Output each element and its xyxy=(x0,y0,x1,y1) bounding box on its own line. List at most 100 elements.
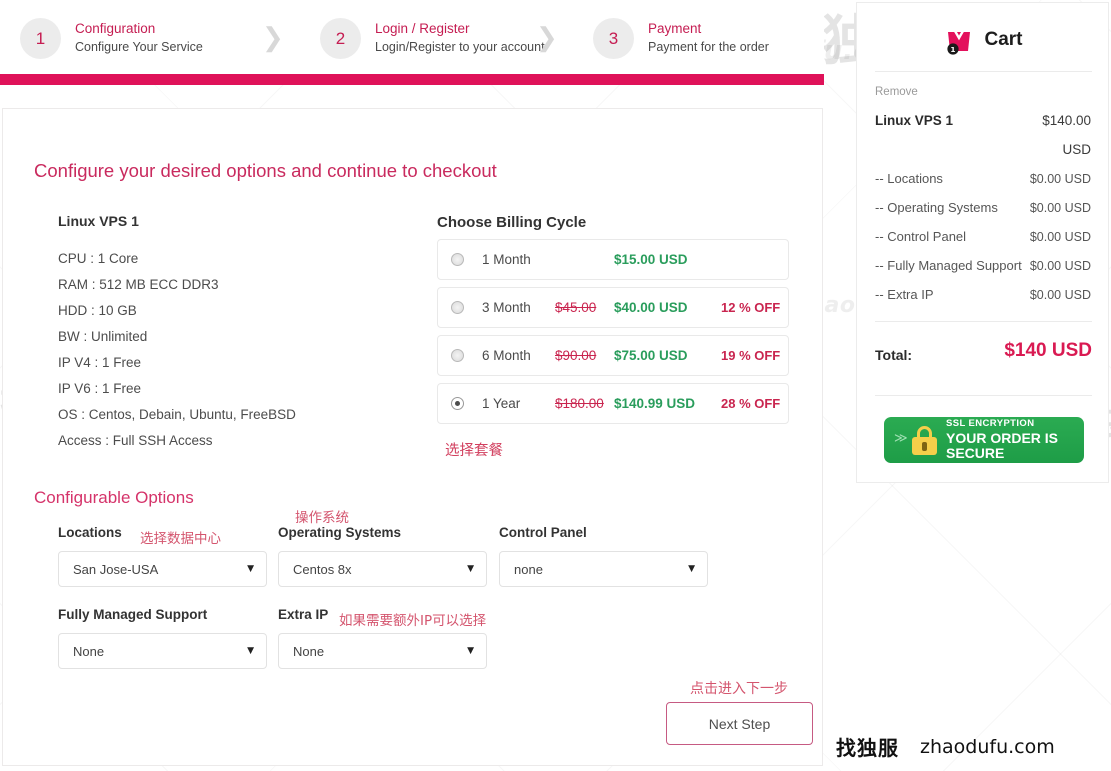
billing-cycle-annotation: 选择套餐 xyxy=(445,443,503,459)
label-extra-ip: Extra IP xyxy=(278,607,329,622)
step-number: 2 xyxy=(320,18,361,59)
chevron-down-icon: ▼ xyxy=(467,564,474,574)
radio-icon[interactable] xyxy=(451,301,464,314)
cart-panel: 1 Cart Remove Linux VPS 1 $140.00 USD --… xyxy=(856,2,1109,483)
divider xyxy=(875,71,1092,72)
extra-ip-select[interactable]: None ▼ xyxy=(278,633,487,669)
billing-price: $75.00 USD xyxy=(614,348,688,363)
divider xyxy=(875,395,1092,396)
step-number: 1 xyxy=(20,18,61,59)
cart-item-name: Linux VPS 1 xyxy=(875,113,954,128)
operating-systems-annotation: 操作系统 xyxy=(295,510,349,526)
billing-discount: 28 % OFF xyxy=(721,396,781,411)
cart-total-value: $140 USD xyxy=(1004,340,1092,361)
label-control-panel: Control Panel xyxy=(499,525,587,540)
fully-managed-support-select[interactable]: None ▼ xyxy=(58,633,267,669)
billing-discount: 19 % OFF xyxy=(721,348,781,363)
step-title: Payment xyxy=(648,21,702,37)
spec-item: RAM : 512 MB ECC DDR3 xyxy=(58,277,219,292)
cart-subitem-label: -- Locations xyxy=(875,171,943,186)
product-specs: CPU : 1 Core RAM : 512 MB ECC DDR3 HDD :… xyxy=(58,251,296,459)
cart-item-price: $140.00 xyxy=(1042,113,1091,128)
label-operating-systems: Operating Systems xyxy=(278,525,402,540)
cart-total-label: Total: xyxy=(875,347,913,363)
billing-discount: 12 % OFF xyxy=(721,300,781,315)
chevron-down-icon: ▼ xyxy=(688,564,695,574)
site-brand: 找独服 zhaodufu.com xyxy=(836,732,1055,761)
cart-subitem-value: $0.00 USD xyxy=(1029,288,1091,302)
swoosh-icon: ≫ xyxy=(894,431,908,446)
billing-price: $140.99 USD xyxy=(614,396,696,411)
svg-text:1: 1 xyxy=(951,45,956,54)
locations-value: San Jose-USA xyxy=(73,561,159,577)
step-title: Login / Register xyxy=(375,21,470,37)
billing-term: 6 Month xyxy=(482,348,531,363)
cart-icon: 1 xyxy=(944,25,974,55)
extra-ip-value: None xyxy=(293,643,325,659)
cart-header: 1 Cart xyxy=(857,13,1110,67)
brand-cjk-text: 找独服 xyxy=(836,736,899,760)
page-title: Configure your desired options and conti… xyxy=(34,160,497,181)
cart-subitem-label: -- Operating Systems xyxy=(875,200,998,215)
billing-option-1-year[interactable]: 1 Year $180.00 $140.99 USD 28 % OFF xyxy=(437,383,789,424)
billing-old-price: $90.00 xyxy=(555,348,597,363)
chevron-down-icon: ▼ xyxy=(467,646,474,656)
billing-option-3-month[interactable]: 3 Month $45.00 $40.00 USD 12 % OFF xyxy=(437,287,789,328)
billing-price: $15.00 USD xyxy=(614,252,688,267)
billing-option-6-month[interactable]: 6 Month $90.00 $75.00 USD 19 % OFF xyxy=(437,335,789,376)
step-number: 3 xyxy=(593,18,634,59)
step-2-login-register[interactable]: 2 Login / Register Login/Register to you… xyxy=(320,18,545,59)
next-step-annotation: 点击进入下一步 xyxy=(690,681,788,697)
chevron-down-icon: ▼ xyxy=(247,646,254,656)
spec-item: OS : Centos, Debain, Ubuntu, FreeBSD xyxy=(58,407,296,422)
extra-ip-annotation: 如果需要额外IP可以选择 xyxy=(339,613,487,629)
operating-systems-value: Centos 8x xyxy=(293,561,352,577)
ssl-line-1: SSL ENCRYPTION xyxy=(946,418,1035,430)
label-fully-managed-support: Fully Managed Support xyxy=(58,607,208,622)
label-locations: Locations xyxy=(58,525,122,540)
radio-icon-selected[interactable] xyxy=(451,397,464,410)
step-title: Configuration xyxy=(75,21,156,37)
configuration-card: Configure your desired options and conti… xyxy=(2,108,823,766)
cart-subitem-value: $0.00 USD xyxy=(1029,230,1091,244)
operating-systems-select[interactable]: Centos 8x ▼ xyxy=(278,551,487,587)
chevron-right-icon: ❯ xyxy=(536,23,558,53)
spec-item: IP V6 : 1 Free xyxy=(58,381,142,396)
next-step-button[interactable]: Next Step xyxy=(666,702,813,745)
divider xyxy=(875,321,1092,322)
product-name: Linux VPS 1 xyxy=(58,213,139,229)
spec-item: IP V4 : 1 Free xyxy=(58,355,142,370)
billing-price: $40.00 USD xyxy=(614,300,688,315)
billing-term: 1 Month xyxy=(482,252,531,267)
billing-option-1-month[interactable]: 1 Month $15.00 USD xyxy=(437,239,789,280)
spec-item: BW : Unlimited xyxy=(58,329,148,344)
cart-subitem-value: $0.00 USD xyxy=(1029,172,1091,186)
radio-icon[interactable] xyxy=(451,253,464,266)
billing-cycle-options: 1 Month $15.00 USD 3 Month $45.00 $40.00… xyxy=(437,239,789,431)
ssl-line-2: YOUR ORDER IS SECURE xyxy=(946,430,1059,461)
cart-subitem-value: $0.00 USD xyxy=(1029,259,1091,273)
cart-subitem-value: $0.00 USD xyxy=(1029,201,1091,215)
progress-bar xyxy=(0,74,824,85)
control-panel-select[interactable]: none ▼ xyxy=(499,551,708,587)
control-panel-value: none xyxy=(514,561,543,577)
step-subtitle: Payment for the order xyxy=(648,40,769,55)
step-3-payment[interactable]: 3 Payment Payment for the order xyxy=(593,18,769,59)
chevron-down-icon: ▼ xyxy=(247,564,254,574)
step-1-configuration[interactable]: 1 Configuration Configure Your Service xyxy=(20,18,203,59)
cart-title: Cart xyxy=(984,29,1023,50)
billing-old-price: $45.00 xyxy=(555,300,597,315)
billing-term: 1 Year xyxy=(482,396,521,411)
spec-item: CPU : 1 Core xyxy=(58,251,139,266)
configurable-options-heading: Configurable Options xyxy=(34,488,194,507)
cart-remove-label[interactable]: Remove xyxy=(875,86,918,98)
locations-select[interactable]: San Jose-USA ▼ xyxy=(58,551,267,587)
fully-managed-support-value: None xyxy=(73,643,105,659)
cart-subitem-label: -- Fully Managed Support xyxy=(875,258,1022,273)
step-subtitle: Login/Register to your account xyxy=(375,40,545,55)
spec-item: Access : Full SSH Access xyxy=(58,433,213,448)
checkout-steps: 1 Configuration Configure Your Service ❯… xyxy=(0,0,824,78)
radio-icon[interactable] xyxy=(451,349,464,362)
brand-domain-text: zhaodufu.com xyxy=(920,735,1055,758)
cart-subitem-label: -- Control Panel xyxy=(875,229,967,244)
